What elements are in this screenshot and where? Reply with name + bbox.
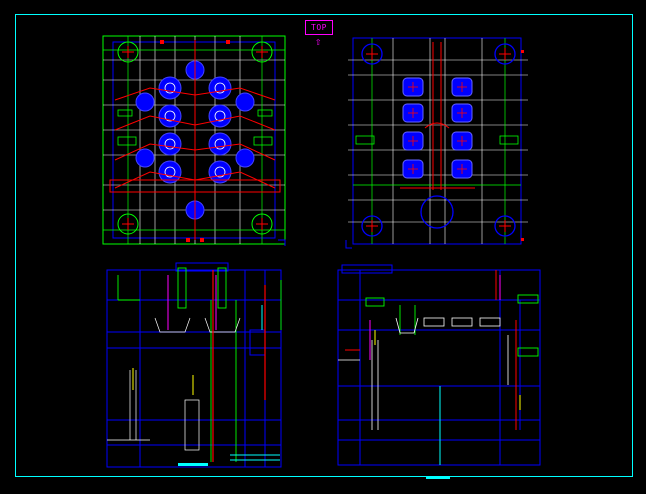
- up-arrow-icon: ⇧: [314, 35, 322, 48]
- bottom-left-section-view: [106, 262, 282, 468]
- cad-drawing: [15, 14, 633, 479]
- bottom-right-section-view: [337, 264, 541, 479]
- top-left-plan-view: [102, 35, 286, 246]
- top-right-plan-view: [345, 37, 528, 249]
- top-view-label: TOP: [305, 20, 333, 35]
